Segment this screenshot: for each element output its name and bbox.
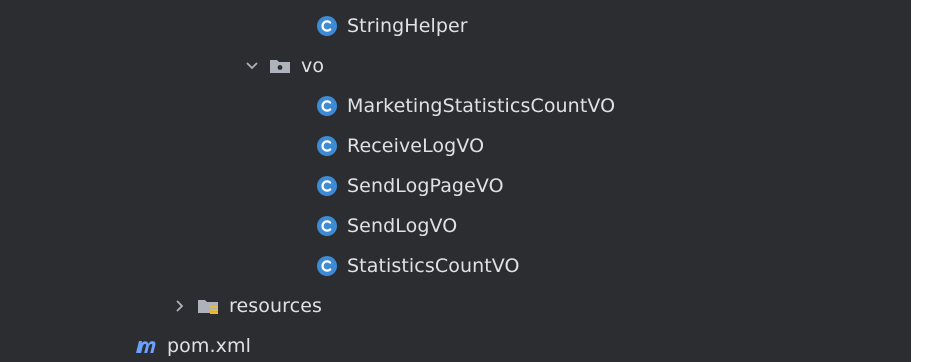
project-tree: StringHelper vo MarketingStatisticsCount… bbox=[0, 0, 911, 362]
maven-icon bbox=[136, 341, 156, 353]
tree-item-label: resources bbox=[229, 295, 322, 317]
tree-item-pom-xml[interactable]: pom.xml bbox=[0, 326, 911, 362]
package-folder-icon bbox=[270, 60, 290, 73]
tree-item-label: SendLogVO bbox=[347, 215, 458, 237]
tree-item-label: StatisticsCountVO bbox=[347, 255, 520, 277]
tree-item-label: ReceiveLogVO bbox=[347, 135, 485, 157]
tree-item-receivelogvo[interactable]: ReceiveLogVO bbox=[0, 126, 911, 166]
class-icon bbox=[317, 96, 337, 116]
tree-item-label: StringHelper bbox=[347, 15, 468, 37]
tree-item-stringhelper[interactable]: StringHelper bbox=[0, 6, 911, 46]
class-icon bbox=[317, 216, 337, 236]
tree-item-label: pom.xml bbox=[167, 335, 251, 357]
class-icon bbox=[317, 256, 337, 276]
tree-item-vo-package[interactable]: vo bbox=[0, 46, 911, 86]
resources-folder-icon bbox=[198, 300, 218, 314]
tree-item-statisticscountvo[interactable]: StatisticsCountVO bbox=[0, 246, 911, 286]
class-icon bbox=[317, 136, 337, 156]
class-icon bbox=[317, 176, 337, 196]
tree-item-label: vo bbox=[301, 55, 325, 77]
class-icon bbox=[317, 16, 337, 36]
tree-item-resources[interactable]: resources bbox=[0, 286, 911, 326]
tree-item-label: SendLogPageVO bbox=[347, 175, 504, 197]
chevron-right-icon[interactable] bbox=[170, 296, 190, 316]
tree-item-sendlogvo[interactable]: SendLogVO bbox=[0, 206, 911, 246]
tree-item-marketingstatisticscountvo[interactable]: MarketingStatisticsCountVO bbox=[0, 86, 911, 126]
tree-item-sendlogpagevo[interactable]: SendLogPageVO bbox=[0, 166, 911, 206]
tree-item-label: MarketingStatisticsCountVO bbox=[347, 95, 616, 117]
chevron-down-icon[interactable] bbox=[242, 56, 262, 76]
